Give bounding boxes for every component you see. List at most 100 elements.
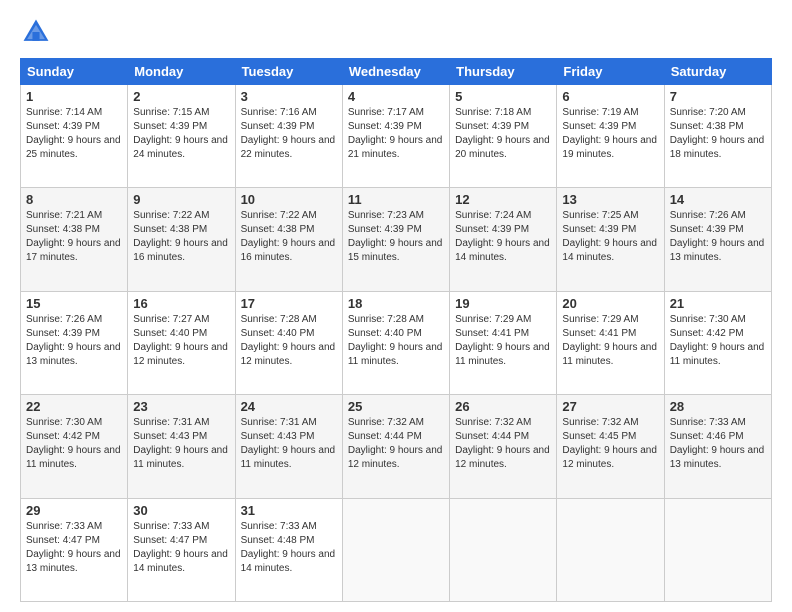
calendar-cell: 17 Sunrise: 7:28 AM Sunset: 4:40 PM Dayl… bbox=[235, 291, 342, 394]
logo-icon bbox=[20, 16, 52, 48]
calendar-cell: 14 Sunrise: 7:26 AM Sunset: 4:39 PM Dayl… bbox=[664, 188, 771, 291]
day-number: 2 bbox=[133, 89, 229, 104]
calendar-cell: 21 Sunrise: 7:30 AM Sunset: 4:42 PM Dayl… bbox=[664, 291, 771, 394]
calendar-day-header: Sunday bbox=[21, 59, 128, 85]
day-info: Sunrise: 7:29 AM Sunset: 4:41 PM Dayligh… bbox=[562, 313, 658, 369]
day-info: Sunrise: 7:14 AM Sunset: 4:39 PM Dayligh… bbox=[26, 106, 122, 162]
calendar-cell: 15 Sunrise: 7:26 AM Sunset: 4:39 PM Dayl… bbox=[21, 291, 128, 394]
day-info: Sunrise: 7:32 AM Sunset: 4:44 PM Dayligh… bbox=[348, 416, 444, 472]
day-number: 23 bbox=[133, 399, 229, 414]
day-number: 28 bbox=[670, 399, 766, 414]
calendar-table: SundayMondayTuesdayWednesdayThursdayFrid… bbox=[20, 58, 772, 602]
calendar-week-row: 8 Sunrise: 7:21 AM Sunset: 4:38 PM Dayli… bbox=[21, 188, 772, 291]
day-info: Sunrise: 7:31 AM Sunset: 4:43 PM Dayligh… bbox=[133, 416, 229, 472]
day-number: 29 bbox=[26, 503, 122, 518]
calendar-cell: 9 Sunrise: 7:22 AM Sunset: 4:38 PM Dayli… bbox=[128, 188, 235, 291]
day-number: 5 bbox=[455, 89, 551, 104]
calendar-cell: 2 Sunrise: 7:15 AM Sunset: 4:39 PM Dayli… bbox=[128, 85, 235, 188]
day-number: 22 bbox=[26, 399, 122, 414]
calendar-cell: 23 Sunrise: 7:31 AM Sunset: 4:43 PM Dayl… bbox=[128, 395, 235, 498]
day-number: 15 bbox=[26, 296, 122, 311]
calendar-cell: 29 Sunrise: 7:33 AM Sunset: 4:47 PM Dayl… bbox=[21, 498, 128, 601]
day-info: Sunrise: 7:18 AM Sunset: 4:39 PM Dayligh… bbox=[455, 106, 551, 162]
day-info: Sunrise: 7:21 AM Sunset: 4:38 PM Dayligh… bbox=[26, 209, 122, 265]
day-info: Sunrise: 7:17 AM Sunset: 4:39 PM Dayligh… bbox=[348, 106, 444, 162]
calendar-cell: 11 Sunrise: 7:23 AM Sunset: 4:39 PM Dayl… bbox=[342, 188, 449, 291]
day-number: 27 bbox=[562, 399, 658, 414]
day-info: Sunrise: 7:32 AM Sunset: 4:45 PM Dayligh… bbox=[562, 416, 658, 472]
calendar-cell: 22 Sunrise: 7:30 AM Sunset: 4:42 PM Dayl… bbox=[21, 395, 128, 498]
day-info: Sunrise: 7:22 AM Sunset: 4:38 PM Dayligh… bbox=[241, 209, 337, 265]
day-info: Sunrise: 7:33 AM Sunset: 4:47 PM Dayligh… bbox=[133, 520, 229, 576]
day-number: 20 bbox=[562, 296, 658, 311]
calendar-cell: 25 Sunrise: 7:32 AM Sunset: 4:44 PM Dayl… bbox=[342, 395, 449, 498]
calendar-cell: 24 Sunrise: 7:31 AM Sunset: 4:43 PM Dayl… bbox=[235, 395, 342, 498]
calendar-cell: 1 Sunrise: 7:14 AM Sunset: 4:39 PM Dayli… bbox=[21, 85, 128, 188]
calendar-cell: 4 Sunrise: 7:17 AM Sunset: 4:39 PM Dayli… bbox=[342, 85, 449, 188]
day-info: Sunrise: 7:15 AM Sunset: 4:39 PM Dayligh… bbox=[133, 106, 229, 162]
day-number: 1 bbox=[26, 89, 122, 104]
day-number: 6 bbox=[562, 89, 658, 104]
day-info: Sunrise: 7:30 AM Sunset: 4:42 PM Dayligh… bbox=[670, 313, 766, 369]
calendar-cell: 26 Sunrise: 7:32 AM Sunset: 4:44 PM Dayl… bbox=[450, 395, 557, 498]
day-number: 9 bbox=[133, 192, 229, 207]
calendar-week-row: 29 Sunrise: 7:33 AM Sunset: 4:47 PM Dayl… bbox=[21, 498, 772, 601]
calendar-week-row: 22 Sunrise: 7:30 AM Sunset: 4:42 PM Dayl… bbox=[21, 395, 772, 498]
day-number: 21 bbox=[670, 296, 766, 311]
calendar-cell: 7 Sunrise: 7:20 AM Sunset: 4:38 PM Dayli… bbox=[664, 85, 771, 188]
calendar-cell: 6 Sunrise: 7:19 AM Sunset: 4:39 PM Dayli… bbox=[557, 85, 664, 188]
calendar-cell: 30 Sunrise: 7:33 AM Sunset: 4:47 PM Dayl… bbox=[128, 498, 235, 601]
day-info: Sunrise: 7:26 AM Sunset: 4:39 PM Dayligh… bbox=[670, 209, 766, 265]
calendar-day-header: Thursday bbox=[450, 59, 557, 85]
day-info: Sunrise: 7:26 AM Sunset: 4:39 PM Dayligh… bbox=[26, 313, 122, 369]
day-info: Sunrise: 7:23 AM Sunset: 4:39 PM Dayligh… bbox=[348, 209, 444, 265]
day-number: 8 bbox=[26, 192, 122, 207]
day-number: 31 bbox=[241, 503, 337, 518]
day-info: Sunrise: 7:24 AM Sunset: 4:39 PM Dayligh… bbox=[455, 209, 551, 265]
day-info: Sunrise: 7:33 AM Sunset: 4:46 PM Dayligh… bbox=[670, 416, 766, 472]
calendar-cell: 13 Sunrise: 7:25 AM Sunset: 4:39 PM Dayl… bbox=[557, 188, 664, 291]
day-number: 14 bbox=[670, 192, 766, 207]
calendar-cell bbox=[342, 498, 449, 601]
day-number: 10 bbox=[241, 192, 337, 207]
day-number: 16 bbox=[133, 296, 229, 311]
page: SundayMondayTuesdayWednesdayThursdayFrid… bbox=[0, 0, 792, 612]
day-number: 25 bbox=[348, 399, 444, 414]
calendar-cell bbox=[557, 498, 664, 601]
day-info: Sunrise: 7:20 AM Sunset: 4:38 PM Dayligh… bbox=[670, 106, 766, 162]
calendar-day-header: Wednesday bbox=[342, 59, 449, 85]
calendar-cell: 31 Sunrise: 7:33 AM Sunset: 4:48 PM Dayl… bbox=[235, 498, 342, 601]
day-info: Sunrise: 7:28 AM Sunset: 4:40 PM Dayligh… bbox=[348, 313, 444, 369]
logo bbox=[20, 16, 58, 48]
day-info: Sunrise: 7:29 AM Sunset: 4:41 PM Dayligh… bbox=[455, 313, 551, 369]
day-number: 30 bbox=[133, 503, 229, 518]
calendar-cell: 5 Sunrise: 7:18 AM Sunset: 4:39 PM Dayli… bbox=[450, 85, 557, 188]
day-number: 7 bbox=[670, 89, 766, 104]
day-number: 12 bbox=[455, 192, 551, 207]
day-number: 3 bbox=[241, 89, 337, 104]
calendar-week-row: 1 Sunrise: 7:14 AM Sunset: 4:39 PM Dayli… bbox=[21, 85, 772, 188]
day-number: 26 bbox=[455, 399, 551, 414]
calendar-cell: 18 Sunrise: 7:28 AM Sunset: 4:40 PM Dayl… bbox=[342, 291, 449, 394]
day-info: Sunrise: 7:30 AM Sunset: 4:42 PM Dayligh… bbox=[26, 416, 122, 472]
day-info: Sunrise: 7:33 AM Sunset: 4:48 PM Dayligh… bbox=[241, 520, 337, 576]
calendar-cell: 10 Sunrise: 7:22 AM Sunset: 4:38 PM Dayl… bbox=[235, 188, 342, 291]
calendar-day-header: Monday bbox=[128, 59, 235, 85]
calendar-cell: 28 Sunrise: 7:33 AM Sunset: 4:46 PM Dayl… bbox=[664, 395, 771, 498]
day-info: Sunrise: 7:33 AM Sunset: 4:47 PM Dayligh… bbox=[26, 520, 122, 576]
day-info: Sunrise: 7:22 AM Sunset: 4:38 PM Dayligh… bbox=[133, 209, 229, 265]
day-number: 4 bbox=[348, 89, 444, 104]
calendar-cell: 20 Sunrise: 7:29 AM Sunset: 4:41 PM Dayl… bbox=[557, 291, 664, 394]
calendar-cell: 3 Sunrise: 7:16 AM Sunset: 4:39 PM Dayli… bbox=[235, 85, 342, 188]
day-info: Sunrise: 7:31 AM Sunset: 4:43 PM Dayligh… bbox=[241, 416, 337, 472]
calendar-cell: 19 Sunrise: 7:29 AM Sunset: 4:41 PM Dayl… bbox=[450, 291, 557, 394]
day-number: 24 bbox=[241, 399, 337, 414]
day-info: Sunrise: 7:28 AM Sunset: 4:40 PM Dayligh… bbox=[241, 313, 337, 369]
day-number: 19 bbox=[455, 296, 551, 311]
calendar-cell bbox=[450, 498, 557, 601]
calendar-cell: 27 Sunrise: 7:32 AM Sunset: 4:45 PM Dayl… bbox=[557, 395, 664, 498]
day-info: Sunrise: 7:19 AM Sunset: 4:39 PM Dayligh… bbox=[562, 106, 658, 162]
day-info: Sunrise: 7:25 AM Sunset: 4:39 PM Dayligh… bbox=[562, 209, 658, 265]
calendar-cell: 8 Sunrise: 7:21 AM Sunset: 4:38 PM Dayli… bbox=[21, 188, 128, 291]
day-info: Sunrise: 7:16 AM Sunset: 4:39 PM Dayligh… bbox=[241, 106, 337, 162]
